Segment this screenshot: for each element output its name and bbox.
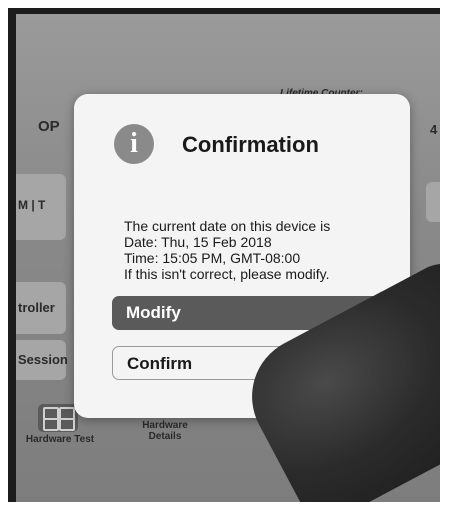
device-screen: Lifetime Counter: OP 4 M | T troller ge … bbox=[16, 14, 440, 502]
message-line-date: Date: Thu, 15 Feb 2018 bbox=[124, 234, 272, 250]
hardware-details-label[interactable]: Hardware Details bbox=[132, 420, 198, 442]
bg-tile-right-top[interactable] bbox=[426, 182, 440, 222]
photo-frame: Lifetime Counter: OP 4 M | T troller ge … bbox=[8, 8, 440, 502]
bg-fragment-mt: M | T bbox=[18, 198, 46, 212]
bg-fragment-session: Session bbox=[18, 352, 68, 367]
bg-fragment-op: OP bbox=[38, 118, 60, 135]
message-line: The current date on this device is bbox=[124, 218, 331, 234]
info-icon: i bbox=[114, 124, 154, 164]
bg-fragment-right-1: 4 bbox=[430, 122, 438, 137]
dialog-title: Confirmation bbox=[182, 132, 319, 157]
bg-fragment-troller: troller bbox=[18, 300, 55, 315]
message-line-hint: If this isn't correct, please modify. bbox=[124, 266, 330, 282]
hardware-test-icon[interactable] bbox=[38, 404, 78, 432]
hardware-test-label[interactable]: Hardware Test bbox=[20, 434, 100, 445]
message-line-time: Time: 15:05 PM, GMT-08:00 bbox=[124, 250, 301, 266]
